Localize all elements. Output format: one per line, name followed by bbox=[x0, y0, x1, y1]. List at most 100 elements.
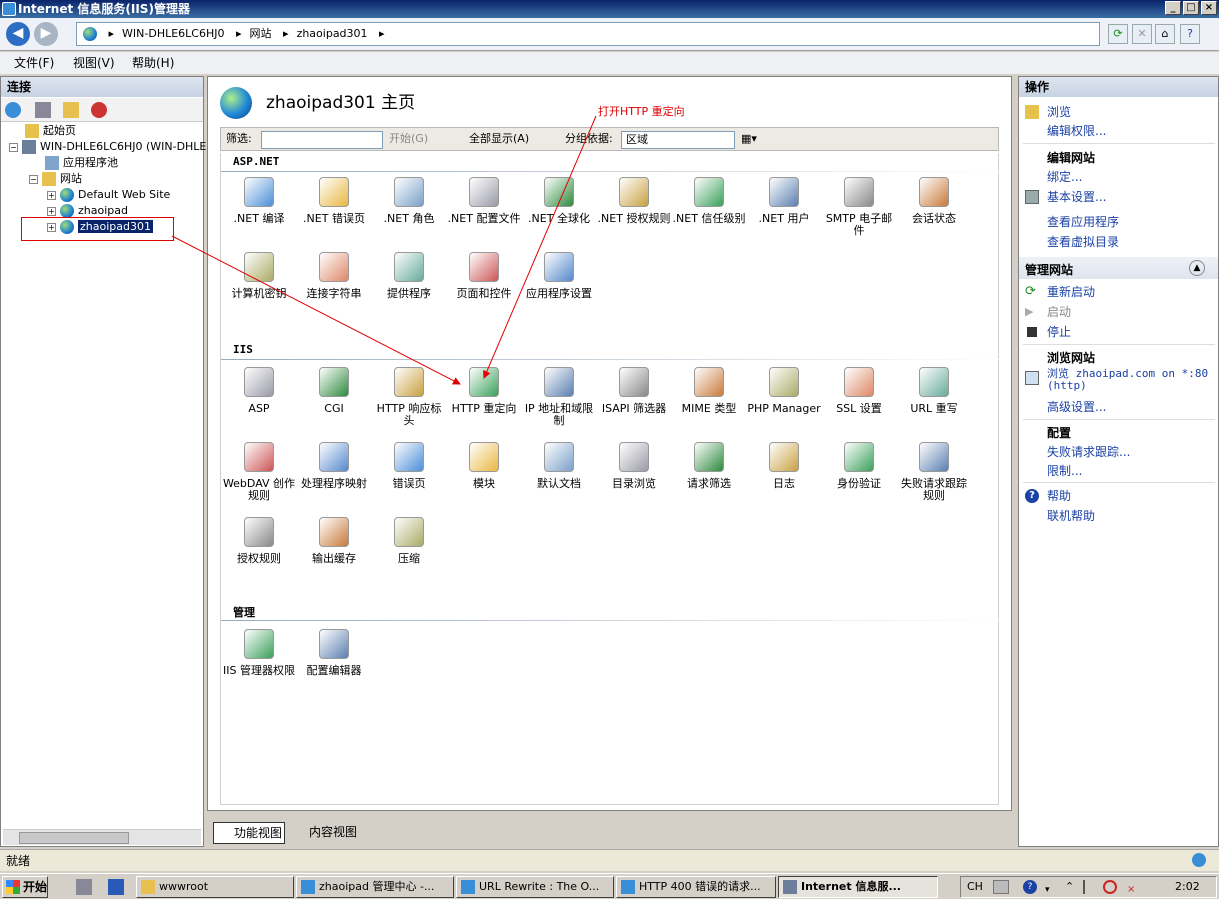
feature-tile[interactable]: HTTP 重定向 bbox=[447, 367, 521, 415]
server-manager-icon[interactable] bbox=[76, 879, 92, 895]
feature-tile[interactable]: .NET 授权规则 bbox=[597, 177, 671, 225]
close-button[interactable]: × bbox=[1201, 1, 1217, 15]
feature-tile[interactable]: ASP bbox=[222, 367, 296, 415]
keyboard-icon[interactable] bbox=[993, 880, 1009, 894]
feature-tile[interactable]: IP 地址和域限制 bbox=[522, 367, 596, 427]
start-button[interactable]: 开始 bbox=[2, 876, 48, 898]
feature-tile[interactable]: 连接字符串 bbox=[297, 252, 371, 300]
feature-tile[interactable]: 身份验证 bbox=[822, 442, 896, 490]
home-icon[interactable]: ⌂ bbox=[1155, 24, 1175, 44]
help-icon[interactable]: ? bbox=[1180, 24, 1200, 44]
refresh-icon[interactable]: ⟳ bbox=[1108, 24, 1128, 44]
view-applications-action[interactable]: 查看应用程序 bbox=[1047, 214, 1119, 230]
feature-tile[interactable]: CGI bbox=[297, 367, 371, 415]
feature-tile[interactable]: ISAPI 筛选器 bbox=[597, 367, 671, 415]
group-by-select[interactable]: 区域 bbox=[621, 131, 735, 149]
collapse-icon[interactable]: − bbox=[29, 174, 38, 184]
feature-tile[interactable]: 提供程序 bbox=[372, 252, 446, 300]
feature-tile[interactable]: WebDAV 创作规则 bbox=[222, 442, 296, 502]
collapse-chevron-icon[interactable]: ▲ bbox=[1189, 260, 1205, 276]
restart-action[interactable]: 重新启动 bbox=[1047, 284, 1095, 300]
menu-file[interactable]: 文件(F) bbox=[14, 52, 54, 74]
tab-features-view[interactable]: 功能视图 bbox=[213, 822, 285, 844]
feature-tile[interactable]: URL 重写 bbox=[897, 367, 971, 415]
help-action[interactable]: 帮助 bbox=[1047, 488, 1071, 504]
tree-server[interactable]: − WIN-DHLE6LC6HJ0 (WIN-DHLE6 bbox=[9, 139, 213, 155]
address-server[interactable]: WIN-DHLE6LC6HJ0 bbox=[122, 27, 224, 40]
scroll-thumb[interactable] bbox=[19, 832, 129, 844]
feature-tile[interactable]: MIME 类型 bbox=[672, 367, 746, 415]
address-sites[interactable]: 网站 bbox=[250, 27, 272, 40]
feature-tile[interactable]: 应用程序设置 bbox=[522, 252, 596, 300]
tab-content-view[interactable]: 内容视图 bbox=[289, 822, 369, 844]
feature-tile[interactable]: .NET 用户 bbox=[747, 177, 821, 225]
menu-view[interactable]: 视图(V) bbox=[73, 52, 115, 74]
stop-icon[interactable]: ✕ bbox=[1132, 24, 1152, 44]
filter-input[interactable] bbox=[261, 131, 383, 149]
feature-tile[interactable]: .NET 配置文件 bbox=[447, 177, 521, 225]
back-arrow-icon[interactable]: ◀ bbox=[6, 22, 30, 46]
clock[interactable]: 2:02 bbox=[1175, 877, 1200, 897]
feature-tile[interactable]: 计算机密钥 bbox=[222, 252, 296, 300]
taskbar-button[interactable]: HTTP 400 错误的请求... bbox=[616, 876, 776, 898]
expand-tray-icon[interactable]: ⌃ bbox=[1065, 877, 1074, 897]
bindings-action[interactable]: 绑定... bbox=[1047, 169, 1082, 185]
network-icon[interactable] bbox=[1103, 880, 1117, 894]
up-folder-icon[interactable] bbox=[63, 102, 79, 118]
online-help-action[interactable]: 联机帮助 bbox=[1047, 508, 1095, 524]
feature-tile[interactable]: .NET 编译 bbox=[222, 177, 296, 225]
flag-icon[interactable] bbox=[1083, 880, 1095, 894]
menu-help[interactable]: 帮助(H) bbox=[132, 52, 174, 74]
go-button[interactable]: 开始(G) bbox=[389, 128, 428, 150]
feature-tile[interactable]: 错误页 bbox=[372, 442, 446, 490]
feature-tile[interactable]: .NET 错误页 bbox=[297, 177, 371, 225]
connect-icon[interactable] bbox=[5, 102, 21, 118]
address-bar[interactable]: ▸ WIN-DHLE6LC6HJ0 ▸ 网站 ▸ zhaoipad301 ▸ bbox=[76, 22, 1100, 46]
feature-tile[interactable]: 目录浏览 bbox=[597, 442, 671, 490]
feature-tile[interactable]: .NET 角色 bbox=[372, 177, 446, 225]
feature-tile[interactable]: 请求筛选 bbox=[672, 442, 746, 490]
feature-tile[interactable]: 页面和控件 bbox=[447, 252, 521, 300]
expand-icon[interactable]: + bbox=[47, 206, 56, 216]
feature-tile[interactable]: 失败请求跟踪规则 bbox=[897, 442, 971, 502]
feature-tile[interactable]: .NET 信任级别 bbox=[672, 177, 746, 225]
view-virtual-dirs-action[interactable]: 查看虚拟目录 bbox=[1047, 234, 1119, 250]
feature-tile[interactable]: 处理程序映射 bbox=[297, 442, 371, 490]
feature-tile[interactable]: 会话状态 bbox=[897, 177, 971, 225]
help-icon[interactable]: ? bbox=[1023, 880, 1037, 894]
feature-tile[interactable]: PHP Manager bbox=[747, 367, 821, 415]
address-site[interactable]: zhaoipad301 bbox=[297, 27, 368, 40]
taskbar-button[interactable]: wwwroot bbox=[136, 876, 294, 898]
tree-app-pools[interactable]: 应用程序池 bbox=[45, 155, 118, 171]
feature-tile[interactable]: 配置编辑器 bbox=[297, 629, 371, 677]
taskbar-button[interactable]: zhaoipad 管理中心 -... bbox=[296, 876, 454, 898]
feature-tile[interactable]: 输出缓存 bbox=[297, 517, 371, 565]
disconnect-icon[interactable] bbox=[91, 102, 107, 118]
stop-action[interactable]: 停止 bbox=[1047, 324, 1071, 340]
limits-action[interactable]: 限制... bbox=[1047, 463, 1082, 479]
horizontal-scrollbar[interactable] bbox=[3, 829, 201, 845]
collapse-icon[interactable]: − bbox=[9, 142, 18, 152]
feature-tile[interactable]: 授权规则 bbox=[222, 517, 296, 565]
start-action[interactable]: 启动 bbox=[1047, 304, 1071, 320]
view-mode-icon[interactable]: ▦▾ bbox=[741, 128, 757, 150]
forward-arrow-icon[interactable]: ▶ bbox=[34, 22, 58, 46]
language-indicator[interactable]: CH bbox=[967, 877, 983, 897]
browse-site-link-protocol[interactable]: (http) bbox=[1047, 378, 1087, 394]
volume-muted-icon[interactable]: × bbox=[1127, 880, 1141, 895]
maximize-button[interactable]: □ bbox=[1183, 1, 1199, 15]
expand-icon[interactable]: + bbox=[47, 190, 56, 200]
feature-tile[interactable]: .NET 全球化 bbox=[522, 177, 596, 225]
feature-tile[interactable]: HTTP 响应标头 bbox=[372, 367, 446, 427]
powershell-icon[interactable] bbox=[108, 879, 124, 895]
minimize-button[interactable]: _ bbox=[1165, 1, 1181, 15]
feature-tile[interactable]: SMTP 电子邮件 bbox=[822, 177, 896, 237]
show-all-button[interactable]: 全部显示(A) bbox=[469, 128, 529, 150]
feature-tile[interactable]: 日志 bbox=[747, 442, 821, 490]
feature-tile[interactable]: IIS 管理器权限 bbox=[222, 629, 296, 677]
tree-default-site[interactable]: + Default Web Site bbox=[47, 187, 170, 203]
tree-start-page[interactable]: 起始页 bbox=[25, 123, 76, 139]
feature-tile[interactable]: 压缩 bbox=[372, 517, 446, 565]
edit-permissions-action[interactable]: 编辑权限... bbox=[1047, 123, 1106, 139]
taskbar-button[interactable]: URL Rewrite : The O... bbox=[456, 876, 614, 898]
